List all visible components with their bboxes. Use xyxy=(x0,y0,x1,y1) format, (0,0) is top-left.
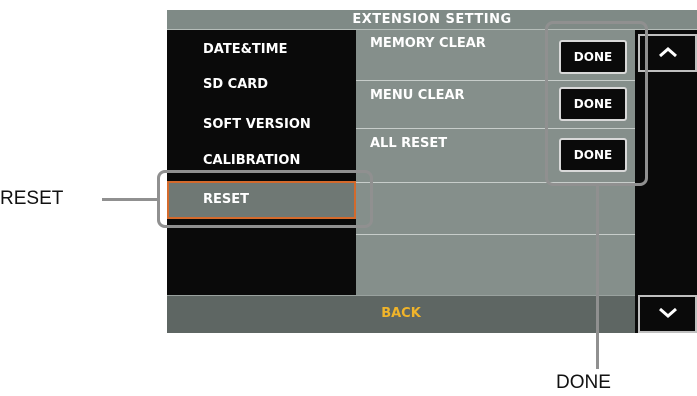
menu-item-sd-card[interactable]: SD CARD xyxy=(203,77,268,92)
menu-item-soft-version[interactable]: SOFT VERSION xyxy=(203,117,311,132)
option-menu-clear-label: MENU CLEAR xyxy=(370,88,465,103)
reset-callout-frame xyxy=(157,170,373,228)
chevron-up-icon xyxy=(658,47,677,58)
back-button[interactable]: BACK xyxy=(167,295,635,333)
scroll-down-button[interactable] xyxy=(638,295,697,333)
menu-item-calibration[interactable]: CALIBRATION xyxy=(203,153,300,168)
chevron-down-icon xyxy=(658,307,677,318)
done-callout-label: DONE xyxy=(556,372,611,393)
option-memory-clear-label: MEMORY CLEAR xyxy=(370,36,486,51)
back-button-label: BACK xyxy=(381,306,421,321)
divider xyxy=(356,234,635,235)
done-callout-line xyxy=(596,186,599,369)
reset-callout-line xyxy=(102,198,157,201)
reset-callout-label: RESET xyxy=(0,188,64,209)
done-callout-frame xyxy=(545,21,648,186)
menu-item-date-time[interactable]: DATE&TIME xyxy=(203,42,287,57)
option-all-reset-label: ALL RESET xyxy=(370,136,448,151)
